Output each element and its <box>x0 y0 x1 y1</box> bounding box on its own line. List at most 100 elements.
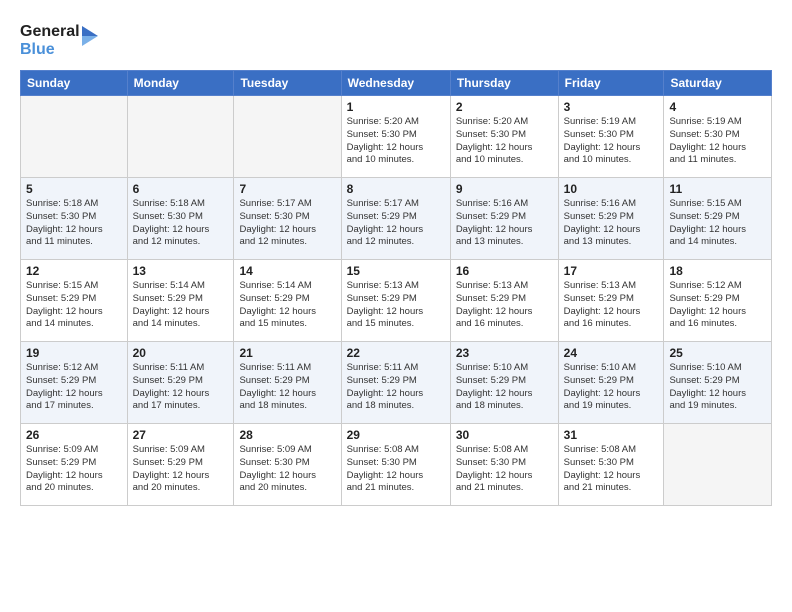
day-info: Sunrise: 5:19 AM Sunset: 5:30 PM Dayligh… <box>564 116 659 167</box>
day-number: 12 <box>26 264 122 278</box>
day-info: Sunrise: 5:09 AM Sunset: 5:29 PM Dayligh… <box>26 444 122 495</box>
day-number: 16 <box>456 264 553 278</box>
calendar-page: GeneralBlue SundayMondayTuesdayWednesday… <box>0 0 792 612</box>
day-info: Sunrise: 5:13 AM Sunset: 5:29 PM Dayligh… <box>456 280 553 331</box>
day-number: 4 <box>669 100 766 114</box>
day-info: Sunrise: 5:13 AM Sunset: 5:29 PM Dayligh… <box>347 280 445 331</box>
day-number: 3 <box>564 100 659 114</box>
day-info: Sunrise: 5:09 AM Sunset: 5:29 PM Dayligh… <box>133 444 229 495</box>
day-info: Sunrise: 5:11 AM Sunset: 5:29 PM Dayligh… <box>133 362 229 413</box>
calendar-cell: 31 Sunrise: 5:08 AM Sunset: 5:30 PM Dayli… <box>558 424 664 506</box>
calendar-cell <box>234 96 341 178</box>
day-info: Sunrise: 5:15 AM Sunset: 5:29 PM Dayligh… <box>669 198 766 249</box>
calendar-cell: 23Sunrise: 5:10 AM Sunset: 5:29 PM Dayli… <box>450 342 558 424</box>
weekday-header-thursday: Thursday <box>450 71 558 96</box>
day-number: 30 <box>456 428 553 442</box>
day-number: 9 <box>456 182 553 196</box>
day-info: Sunrise: 5:19 AM Sunset: 5:30 PM Dayligh… <box>669 116 766 167</box>
weekday-header-wednesday: Wednesday <box>341 71 450 96</box>
calendar-cell: 28 Sunrise: 5:09 AM Sunset: 5:30 PM Dayli… <box>234 424 341 506</box>
calendar-cell: 19Sunrise: 5:12 AM Sunset: 5:29 PM Dayli… <box>21 342 128 424</box>
day-number: 2 <box>456 100 553 114</box>
day-info: Sunrise: 5:17 AM Sunset: 5:29 PM Dayligh… <box>347 198 445 249</box>
weekday-header-sunday: Sunday <box>21 71 128 96</box>
day-number: 25 <box>669 346 766 360</box>
calendar-cell: 25 Sunrise: 5:10 AM Sunset: 5:29 PM Dayli… <box>664 342 772 424</box>
header: GeneralBlue <box>20 16 772 60</box>
calendar-cell: 30 Sunrise: 5:08 AM Sunset: 5:30 PM Dayli… <box>450 424 558 506</box>
day-info: Sunrise: 5:14 AM Sunset: 5:29 PM Dayligh… <box>239 280 335 331</box>
day-info: Sunrise: 5:09 AM Sunset: 5:30 PM Dayligh… <box>239 444 335 495</box>
day-number: 14 <box>239 264 335 278</box>
day-info: Sunrise: 5:11 AM Sunset: 5:29 PM Dayligh… <box>239 362 335 413</box>
day-info: Sunrise: 5:18 AM Sunset: 5:30 PM Dayligh… <box>133 198 229 249</box>
day-number: 21 <box>239 346 335 360</box>
day-info: Sunrise: 5:10 AM Sunset: 5:29 PM Dayligh… <box>669 362 766 413</box>
week-row-2: 5 Sunrise: 5:18 AM Sunset: 5:30 PM Daylig… <box>21 178 772 260</box>
day-info: Sunrise: 5:10 AM Sunset: 5:29 PM Dayligh… <box>564 362 659 413</box>
day-info: Sunrise: 5:16 AM Sunset: 5:29 PM Dayligh… <box>456 198 553 249</box>
calendar-cell: 8 Sunrise: 5:17 AM Sunset: 5:29 PM Daylig… <box>341 178 450 260</box>
day-info: Sunrise: 5:20 AM Sunset: 5:30 PM Dayligh… <box>347 116 445 167</box>
calendar-cell: 17Sunrise: 5:13 AM Sunset: 5:29 PM Dayli… <box>558 260 664 342</box>
calendar-cell: 27 Sunrise: 5:09 AM Sunset: 5:29 PM Dayli… <box>127 424 234 506</box>
calendar-cell: 24Sunrise: 5:10 AM Sunset: 5:29 PM Dayli… <box>558 342 664 424</box>
day-info: Sunrise: 5:08 AM Sunset: 5:30 PM Dayligh… <box>347 444 445 495</box>
calendar-cell: 26 Sunrise: 5:09 AM Sunset: 5:29 PM Dayli… <box>21 424 128 506</box>
calendar-cell: 13Sunrise: 5:14 AM Sunset: 5:29 PM Dayli… <box>127 260 234 342</box>
weekday-header-friday: Friday <box>558 71 664 96</box>
calendar-cell: 9 Sunrise: 5:16 AM Sunset: 5:29 PM Daylig… <box>450 178 558 260</box>
day-number: 13 <box>133 264 229 278</box>
day-number: 26 <box>26 428 122 442</box>
calendar-cell: 11 Sunrise: 5:15 AM Sunset: 5:29 PM Dayli… <box>664 178 772 260</box>
calendar-cell: 18 Sunrise: 5:12 AM Sunset: 5:29 PM Dayli… <box>664 260 772 342</box>
day-number: 28 <box>239 428 335 442</box>
day-number: 22 <box>347 346 445 360</box>
calendar-cell: 4 Sunrise: 5:19 AM Sunset: 5:30 PM Daylig… <box>664 96 772 178</box>
logo: GeneralBlue <box>20 16 100 60</box>
week-row-4: 19Sunrise: 5:12 AM Sunset: 5:29 PM Dayli… <box>21 342 772 424</box>
day-info: Sunrise: 5:12 AM Sunset: 5:29 PM Dayligh… <box>26 362 122 413</box>
calendar-cell: 12Sunrise: 5:15 AM Sunset: 5:29 PM Dayli… <box>21 260 128 342</box>
calendar-table: SundayMondayTuesdayWednesdayThursdayFrid… <box>20 70 772 506</box>
day-info: Sunrise: 5:10 AM Sunset: 5:29 PM Dayligh… <box>456 362 553 413</box>
calendar-cell: 20 Sunrise: 5:11 AM Sunset: 5:29 PM Dayli… <box>127 342 234 424</box>
day-number: 18 <box>669 264 766 278</box>
day-number: 10 <box>564 182 659 196</box>
day-number: 20 <box>133 346 229 360</box>
day-number: 8 <box>347 182 445 196</box>
weekday-header-saturday: Saturday <box>664 71 772 96</box>
svg-text:Blue: Blue <box>20 41 55 58</box>
day-number: 11 <box>669 182 766 196</box>
calendar-cell: 14 Sunrise: 5:14 AM Sunset: 5:29 PM Dayli… <box>234 260 341 342</box>
day-info: Sunrise: 5:18 AM Sunset: 5:30 PM Dayligh… <box>26 198 122 249</box>
weekday-header-tuesday: Tuesday <box>234 71 341 96</box>
day-number: 6 <box>133 182 229 196</box>
calendar-cell <box>127 96 234 178</box>
calendar-cell: 16 Sunrise: 5:13 AM Sunset: 5:29 PM Dayli… <box>450 260 558 342</box>
calendar-cell: 15Sunrise: 5:13 AM Sunset: 5:29 PM Dayli… <box>341 260 450 342</box>
day-info: Sunrise: 5:08 AM Sunset: 5:30 PM Dayligh… <box>456 444 553 495</box>
calendar-cell: 22 Sunrise: 5:11 AM Sunset: 5:29 PM Dayli… <box>341 342 450 424</box>
week-row-1: 1Sunrise: 5:20 AM Sunset: 5:30 PM Daylig… <box>21 96 772 178</box>
day-info: Sunrise: 5:20 AM Sunset: 5:30 PM Dayligh… <box>456 116 553 167</box>
calendar-cell: 29 Sunrise: 5:08 AM Sunset: 5:30 PM Dayli… <box>341 424 450 506</box>
day-number: 27 <box>133 428 229 442</box>
day-number: 31 <box>564 428 659 442</box>
calendar-cell: 6 Sunrise: 5:18 AM Sunset: 5:30 PM Daylig… <box>127 178 234 260</box>
day-info: Sunrise: 5:17 AM Sunset: 5:30 PM Dayligh… <box>239 198 335 249</box>
svg-text:General: General <box>20 23 80 40</box>
weekday-header-monday: Monday <box>127 71 234 96</box>
calendar-cell <box>21 96 128 178</box>
day-number: 5 <box>26 182 122 196</box>
day-info: Sunrise: 5:11 AM Sunset: 5:29 PM Dayligh… <box>347 362 445 413</box>
day-number: 7 <box>239 182 335 196</box>
day-info: Sunrise: 5:16 AM Sunset: 5:29 PM Dayligh… <box>564 198 659 249</box>
calendar-cell: 3 Sunrise: 5:19 AM Sunset: 5:30 PM Daylig… <box>558 96 664 178</box>
calendar-cell: 7 Sunrise: 5:17 AM Sunset: 5:30 PM Daylig… <box>234 178 341 260</box>
calendar-cell: 21 Sunrise: 5:11 AM Sunset: 5:29 PM Dayli… <box>234 342 341 424</box>
calendar-cell <box>664 424 772 506</box>
day-info: Sunrise: 5:12 AM Sunset: 5:29 PM Dayligh… <box>669 280 766 331</box>
day-number: 29 <box>347 428 445 442</box>
day-info: Sunrise: 5:08 AM Sunset: 5:30 PM Dayligh… <box>564 444 659 495</box>
